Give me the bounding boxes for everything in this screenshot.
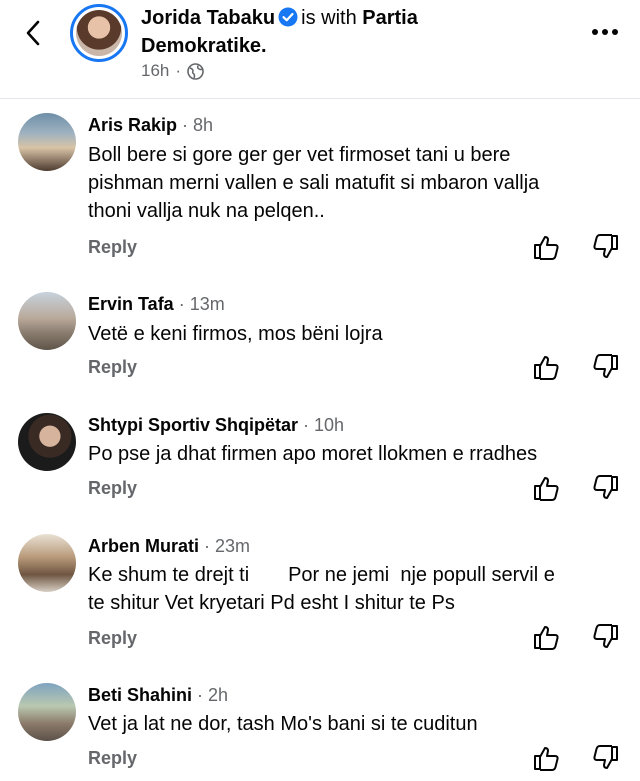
with-text: is with xyxy=(301,7,357,29)
meta-separator: · xyxy=(175,61,182,80)
commenter-avatar[interactable] xyxy=(18,413,76,471)
tagged-page-part2[interactable]: Demokratike. xyxy=(141,34,267,58)
post-header: Jorida Tabaku is with Partia Demokratike.… xyxy=(0,0,640,99)
commenter-avatar[interactable] xyxy=(18,534,76,592)
reply-button[interactable]: Reply xyxy=(88,357,137,378)
reply-button[interactable]: Reply xyxy=(88,628,137,649)
reply-button[interactable]: Reply xyxy=(88,478,137,499)
commenter-avatar[interactable] xyxy=(18,113,76,171)
verified-badge-icon xyxy=(278,7,298,27)
post-meta: 16h · xyxy=(141,61,204,81)
comment-text: Vet ja lat ne dor, tash Mo's bani si te … xyxy=(88,713,478,735)
thumbs-up-icon[interactable] xyxy=(532,233,560,261)
comment-time[interactable]: 23m xyxy=(215,536,250,556)
comment-time[interactable]: 13m xyxy=(190,294,225,314)
thumbs-down-icon[interactable] xyxy=(592,233,620,261)
thumbs-up-icon[interactable] xyxy=(532,623,560,651)
commenter-name[interactable]: Ervin Tafa xyxy=(88,294,174,314)
thumbs-down-icon[interactable] xyxy=(592,353,620,381)
comment-time[interactable]: 8h xyxy=(193,115,213,135)
thumbs-down-icon[interactable] xyxy=(592,623,620,651)
commenter-name[interactable]: Shtypi Sportiv Shqipëtar xyxy=(88,415,298,435)
globe-icon xyxy=(187,62,204,80)
post-author-line: Jorida Tabaku is with Partia xyxy=(141,6,418,30)
comment-header: Aris Rakip · 8h xyxy=(88,115,214,135)
author-name[interactable]: Jorida Tabaku xyxy=(141,7,275,29)
comment-time[interactable]: 10h xyxy=(314,415,344,435)
commenter-avatar[interactable] xyxy=(18,683,76,741)
comment-header: Ervin Tafa · 13m xyxy=(88,294,225,314)
reply-button[interactable]: Reply xyxy=(88,748,137,769)
commenter-name[interactable]: Beti Shahini xyxy=(88,685,192,705)
author-avatar[interactable] xyxy=(70,4,128,62)
comment-header: Beti Shahini · 2h xyxy=(88,685,229,705)
thumbs-down-icon[interactable] xyxy=(592,474,620,502)
comment-text: Boll bere si gore ger ger vet firmoset t… xyxy=(88,144,540,222)
commenter-name[interactable]: Arben Murati xyxy=(88,536,199,556)
commenter-name[interactable]: Aris Rakip xyxy=(88,115,177,135)
commenter-avatar[interactable] xyxy=(18,292,76,350)
post-time[interactable]: 16h xyxy=(141,61,169,81)
tagged-page-part1[interactable]: Partia xyxy=(362,7,418,29)
more-options-icon[interactable] xyxy=(590,22,620,42)
comment-text: Po pse ja dhat firmen apo moret llokmen … xyxy=(88,443,538,465)
comment-text: Vetë e keni firmos, mos bëni lojra xyxy=(88,323,383,345)
comment-text: Ke shum te drejt ti Por ne jemi nje popu… xyxy=(88,564,555,614)
comment-time[interactable]: 2h xyxy=(208,685,228,705)
comment-header: Arben Murati · 23m xyxy=(88,536,251,556)
thumbs-up-icon[interactable] xyxy=(532,353,560,381)
comment-header: Shtypi Sportiv Shqipëtar · 10h xyxy=(88,415,345,435)
chevron-left-icon[interactable] xyxy=(18,18,48,48)
thumbs-down-icon[interactable] xyxy=(592,744,620,772)
thumbs-up-icon[interactable] xyxy=(532,474,560,502)
thumbs-up-icon[interactable] xyxy=(532,744,560,772)
reply-button[interactable]: Reply xyxy=(88,237,137,258)
